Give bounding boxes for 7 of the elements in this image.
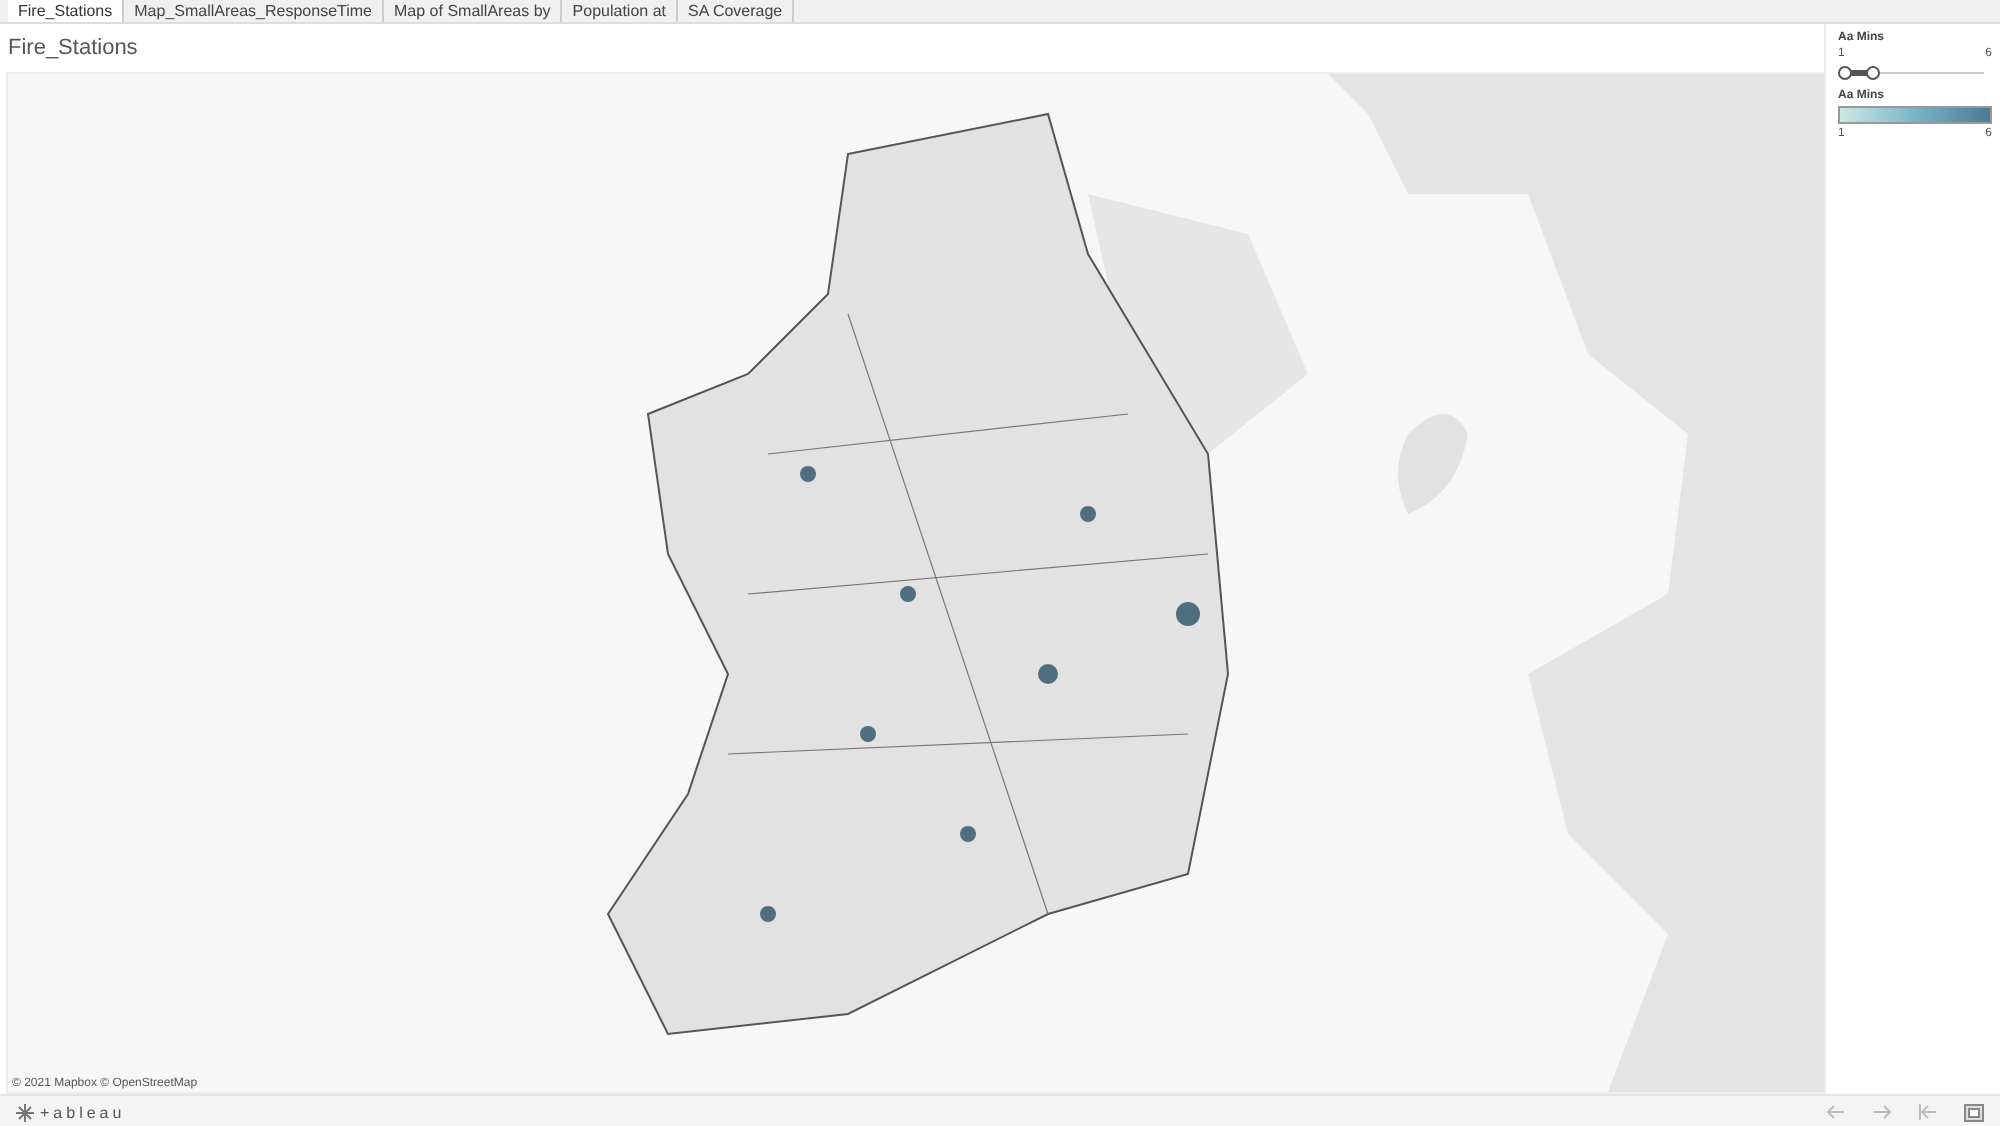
slider-handle[interactable] — [1838, 66, 1852, 80]
sheet-title: Fire_Stations — [6, 34, 138, 62]
tableau-logo[interactable]: +ableau — [40, 1103, 126, 1121]
tableau-logo-icon — [16, 1103, 34, 1121]
fullscreen-icon[interactable] — [1964, 1103, 1984, 1121]
slider-handle[interactable] — [1866, 66, 1880, 80]
sheet-tab[interactable]: Fire_Stations — [8, 0, 125, 22]
